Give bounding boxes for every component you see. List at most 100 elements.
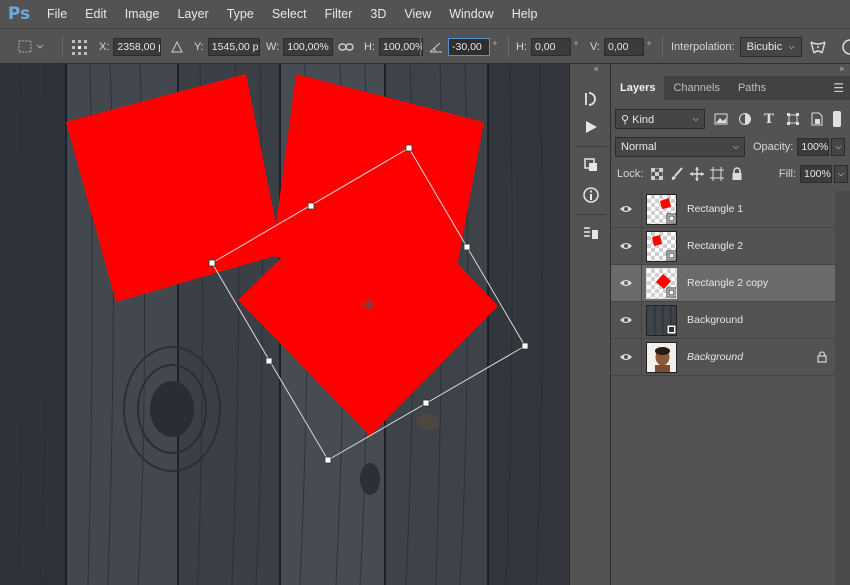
interpolation-dropdown[interactable]: Bicubic ⌵ <box>739 36 802 57</box>
menu-image[interactable]: Image <box>116 0 169 28</box>
rotation-angle-field[interactable]: -30,00 <box>448 37 490 56</box>
filter-smart-object-icon[interactable] <box>807 109 827 129</box>
lock-icon <box>817 351 827 366</box>
transform-handle[interactable] <box>307 202 315 210</box>
filter-toggle-switch[interactable] <box>833 111 841 127</box>
visibility-eye-icon[interactable] <box>611 204 641 214</box>
degree-unit: ° <box>647 41 651 52</box>
fill-dropdown[interactable]: ⌵ <box>834 165 848 183</box>
layers-list: Rectangle 1 Rectangle 2 Rectangle 2 copy <box>611 191 835 376</box>
blend-mode-value: Normal <box>621 141 657 153</box>
x-position-field[interactable]: 2358,00 px <box>113 37 162 56</box>
layer-name: Rectangle 2 copy <box>687 277 769 289</box>
filter-shape-icon[interactable] <box>783 109 803 129</box>
lock-brush-icon[interactable] <box>667 164 687 184</box>
layer-thumbnail <box>646 230 677 262</box>
link-icon[interactable] <box>338 29 354 64</box>
chevron-down-icon: ⌵ <box>732 142 739 151</box>
menu-help[interactable]: Help <box>503 0 547 28</box>
lock-transparent-icon[interactable] <box>647 164 667 184</box>
filter-adjustment-icon[interactable] <box>735 109 755 129</box>
tab-paths[interactable]: Paths <box>729 76 775 100</box>
filter-pixel-icon[interactable] <box>711 109 731 129</box>
lock-all-icon[interactable] <box>727 164 747 184</box>
photoshop-logo: Ps <box>7 4 31 24</box>
lock-artboard-icon[interactable] <box>707 164 727 184</box>
tool-preset-icon[interactable] <box>16 29 46 64</box>
layer-name: Rectangle 1 <box>687 203 744 215</box>
properties-icon[interactable] <box>580 222 602 244</box>
menu-view[interactable]: View <box>395 0 440 28</box>
visibility-eye-icon[interactable] <box>611 241 641 251</box>
menu-filter[interactable]: Filter <box>316 0 362 28</box>
chevron-down-icon: ⌵ <box>692 114 699 123</box>
x-label: X: <box>99 40 110 53</box>
canvas-artwork <box>0 64 569 585</box>
transform-handle[interactable] <box>463 243 471 251</box>
filter-kind-value: Kind <box>632 113 655 126</box>
layer-thumbnail <box>646 193 677 225</box>
layer-thumbnail <box>646 267 677 299</box>
menu-layer[interactable]: Layer <box>168 0 217 28</box>
layers-panel: » Layers Channels Paths ☰ ⚲ Kind ⌵ T Nor… <box>611 64 850 585</box>
menu-window[interactable]: Window <box>440 0 502 28</box>
layer-background-wood[interactable]: Background <box>611 302 835 339</box>
transform-handle[interactable] <box>405 144 413 152</box>
options-bar: X: 2358,00 px Y: 1545,00 px W: 100,00% H… <box>0 28 850 64</box>
layer-background-locked[interactable]: Background <box>611 339 835 376</box>
transform-handle[interactable] <box>422 399 430 407</box>
play-action-icon[interactable] <box>580 116 602 138</box>
width-field[interactable]: 100,00% <box>283 37 334 56</box>
transform-handle[interactable] <box>265 357 273 365</box>
rotate-angle-icon <box>428 29 444 64</box>
collapse-icon[interactable]: « <box>594 64 598 73</box>
cancel-transform-icon[interactable] <box>840 29 850 64</box>
document-canvas[interactable] <box>0 64 569 585</box>
tab-layers[interactable]: Layers <box>611 76 665 100</box>
collapsed-panels-column: « <box>569 64 611 585</box>
opacity-field[interactable]: 100% <box>797 138 830 156</box>
warp-mode-icon[interactable] <box>808 29 828 64</box>
info-icon[interactable] <box>580 184 602 206</box>
layer-rectangle-1[interactable]: Rectangle 1 <box>611 191 835 228</box>
layer-thumbnail <box>646 341 677 373</box>
menu-file[interactable]: File <box>38 0 76 28</box>
reference-point-icon[interactable] <box>70 29 90 64</box>
visibility-eye-icon[interactable] <box>611 352 641 362</box>
menu-select[interactable]: Select <box>263 0 316 28</box>
layer-thumbnail <box>646 304 677 336</box>
transform-handle[interactable] <box>521 342 529 350</box>
filter-kind-dropdown[interactable]: ⚲ Kind ⌵ <box>615 109 705 129</box>
height-field[interactable]: 100,00% <box>379 37 423 56</box>
3d-cube-icon[interactable] <box>580 154 602 176</box>
panel-tabs: Layers Channels Paths ☰ <box>611 76 850 100</box>
transform-handle[interactable] <box>324 456 332 464</box>
opacity-dropdown[interactable]: ⌵ <box>831 138 846 156</box>
interpolation-label: Interpolation: <box>671 40 735 53</box>
panel-menu-icon[interactable]: ☰ <box>833 76 844 100</box>
menu-3d[interactable]: 3D <box>361 0 395 28</box>
lock-move-icon[interactable] <box>687 164 707 184</box>
degree-unit: ° <box>574 41 578 52</box>
layer-rectangle-2-copy[interactable]: Rectangle 2 copy <box>611 265 835 302</box>
expand-panels-icon[interactable]: » <box>840 64 844 73</box>
menu-type[interactable]: Type <box>218 0 263 28</box>
delta-relative-icon[interactable] <box>170 29 184 64</box>
visibility-eye-icon[interactable] <box>611 315 641 325</box>
h-label: H: <box>364 40 375 53</box>
visibility-eye-icon[interactable] <box>611 278 641 288</box>
chevron-down-icon: ⌵ <box>835 142 842 151</box>
menu-edit[interactable]: Edit <box>76 0 116 28</box>
blend-mode-dropdown[interactable]: Normal ⌵ <box>615 137 745 157</box>
filter-type-icon[interactable]: T <box>759 109 779 129</box>
history-icon[interactable] <box>580 88 602 110</box>
vertical-skew-field[interactable]: 0,00 <box>604 37 644 56</box>
y-position-field[interactable]: 1545,00 px <box>207 37 260 56</box>
transform-handle[interactable] <box>208 259 216 267</box>
layer-name: Background <box>687 314 744 326</box>
horizontal-skew-field[interactable]: 0,00 <box>531 37 571 56</box>
layers-scrollbar[interactable] <box>835 191 850 585</box>
tab-channels[interactable]: Channels <box>664 76 728 100</box>
fill-field[interactable]: 100% <box>800 165 832 183</box>
layer-rectangle-2[interactable]: Rectangle 2 <box>611 228 835 265</box>
